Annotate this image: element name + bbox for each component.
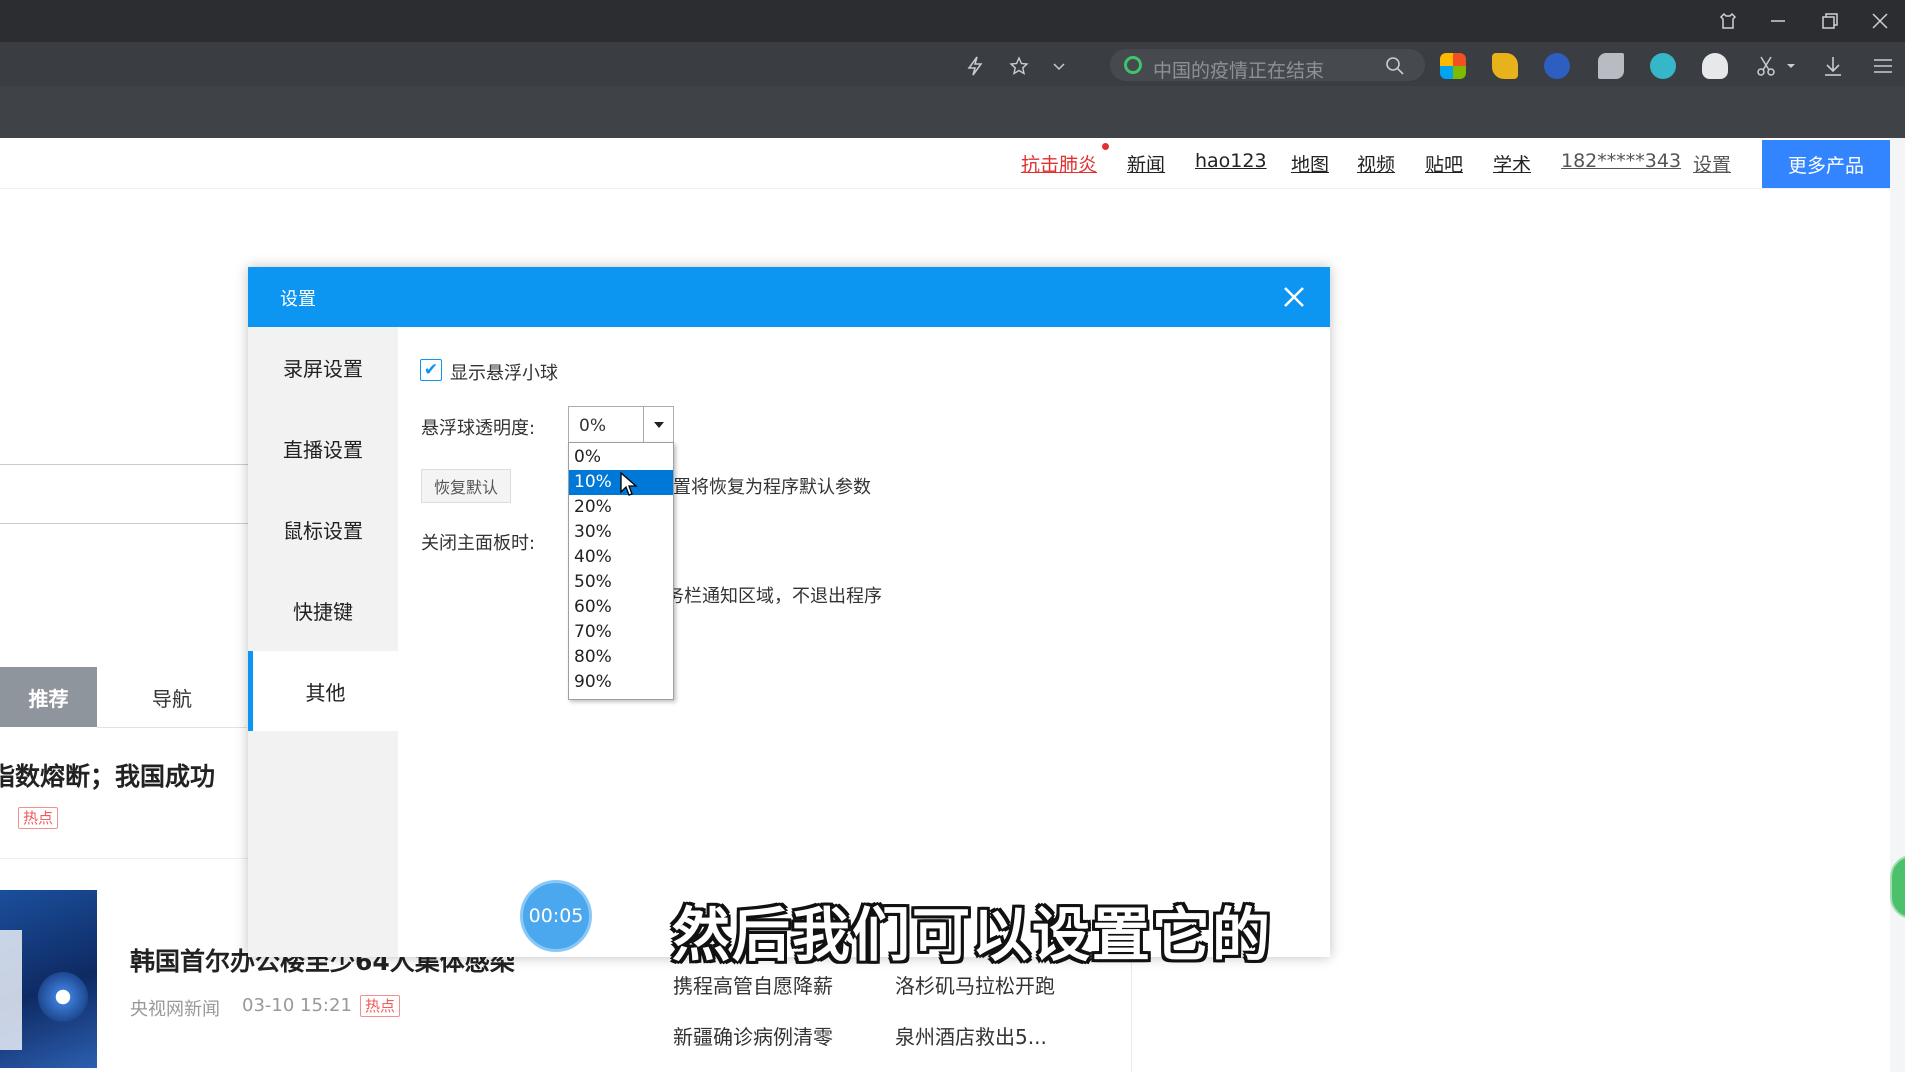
dialog-header	[248, 267, 1330, 327]
opacity-select[interactable]: 0%	[568, 406, 674, 444]
search-input[interactable]: 中国的疫情正在结束	[1153, 56, 1324, 83]
close-panel-hint: 务栏通知区域，不退出程序	[666, 586, 882, 607]
tab-navigation[interactable]: 导航	[97, 667, 247, 728]
extension-card-icon[interactable]	[1598, 53, 1624, 79]
close-icon	[1284, 287, 1304, 307]
column-divider	[1131, 955, 1132, 1072]
close-panel-label: 关闭主面板时:	[421, 533, 536, 554]
star-icon[interactable]	[1004, 52, 1034, 80]
hot-tag: 热点	[18, 807, 59, 829]
cloud-icon[interactable]	[1702, 53, 1728, 79]
extension-fox-icon[interactable]	[1492, 53, 1518, 79]
chevron-down-icon[interactable]	[1044, 52, 1074, 80]
side-link[interactable]: 新疆确诊病例清零	[673, 1021, 833, 1050]
dialog-sidebar: 录屏设置 直播设置 鼠标设置 快捷键 其他	[248, 327, 398, 957]
nav-link-user[interactable]: 182*****343	[1561, 150, 1681, 172]
sidebar-item-other[interactable]: 其他	[248, 651, 398, 731]
sidebar-item-shortcuts[interactable]: 快捷键	[248, 570, 398, 650]
mouse-cursor-icon	[620, 471, 638, 502]
opacity-option[interactable]: 50%	[569, 570, 673, 595]
caret-down-icon[interactable]	[1784, 52, 1798, 80]
side-link[interactable]: 携程高管自愿降薪	[673, 970, 833, 999]
opacity-option[interactable]: 80%	[569, 645, 673, 670]
divider	[0, 523, 248, 524]
sidebar-item-live[interactable]: 直播设置	[248, 408, 398, 488]
show-ball-checkbox[interactable]: ✔	[420, 359, 442, 381]
dialog-title: 设置	[280, 289, 316, 310]
opacity-label: 悬浮球透明度:	[421, 418, 536, 439]
recording-timer[interactable]: 00:05	[520, 880, 592, 952]
menu-icon[interactable]	[1868, 52, 1898, 80]
tab-recommend[interactable]: 推荐	[0, 667, 97, 727]
search-icon[interactable]	[1380, 52, 1410, 80]
opacity-option[interactable]: 70%	[569, 620, 673, 645]
extension-globe-icon[interactable]	[1544, 53, 1570, 79]
extension-compass-icon[interactable]	[1650, 53, 1676, 79]
lightning-icon[interactable]	[960, 52, 990, 80]
sidebar-item-record[interactable]: 录屏设置	[248, 327, 398, 407]
nav-link-tieba[interactable]: 贴吧	[1425, 150, 1463, 177]
scissors-icon[interactable]	[1752, 52, 1782, 80]
divider	[0, 858, 248, 859]
opacity-option[interactable]: 40%	[569, 545, 673, 570]
restore-window-icon[interactable]	[1814, 6, 1846, 36]
opacity-option[interactable]: 0%	[569, 445, 673, 470]
nav-link-hao123[interactable]: hao123	[1195, 150, 1267, 172]
news-time: 03-10 15:21	[242, 995, 352, 1016]
settings-dialog: 设置 录屏设置 直播设置 鼠标设置 快捷键 其他 ✔ 显示悬浮小球 悬浮球透明度…	[248, 267, 1330, 957]
skin-icon[interactable]	[1712, 6, 1744, 36]
side-link[interactable]: 泉州酒店救出5...	[895, 1021, 1047, 1050]
more-products-button[interactable]: 更多产品	[1762, 140, 1890, 188]
opacity-option[interactable]: 60%	[569, 595, 673, 620]
nav-link-settings[interactable]: 设置	[1693, 150, 1731, 177]
nav-link-map[interactable]: 地图	[1291, 150, 1329, 177]
show-ball-label: 显示悬浮小球	[450, 363, 558, 384]
page-scrollbar[interactable]	[1890, 138, 1905, 1072]
sidebar-item-mouse[interactable]: 鼠标设置	[248, 489, 398, 569]
news-thumbnail[interactable]	[0, 890, 97, 1068]
close-window-icon[interactable]	[1864, 6, 1896, 36]
video-subtitle: 然后我们可以设置它的	[672, 901, 1273, 969]
nav-link-academic[interactable]: 学术	[1493, 150, 1531, 177]
browser-tabstrip	[0, 86, 1905, 138]
news-source: 央视网新闻	[130, 999, 220, 1020]
download-icon[interactable]	[1818, 52, 1848, 80]
caret-down-icon[interactable]	[643, 407, 674, 443]
search-engine-icon	[1124, 56, 1142, 74]
hot-tag: 热点	[360, 995, 401, 1017]
restore-hint: 置将恢复为程序默认参数	[673, 477, 871, 498]
divider	[0, 464, 248, 465]
opacity-select-value: 0%	[579, 416, 606, 436]
nav-link-news[interactable]: 新闻	[1127, 150, 1165, 177]
nav-link-video[interactable]: 视频	[1357, 150, 1395, 177]
restore-defaults-button[interactable]: 恢复默认	[421, 469, 511, 503]
headline-partial[interactable]: 指数熔断；我国成功	[0, 757, 215, 793]
apps-icon[interactable]	[1440, 53, 1466, 79]
browser-titlebar	[0, 0, 1905, 42]
minimize-icon[interactable]	[1762, 6, 1794, 36]
notification-dot	[1102, 143, 1109, 150]
opacity-option[interactable]: 30%	[569, 520, 673, 545]
dialog-close-button[interactable]	[1278, 281, 1310, 313]
opacity-option[interactable]: 90%	[569, 670, 673, 695]
side-link[interactable]: 洛杉矶马拉松开跑	[895, 970, 1055, 999]
nav-link-fight-pneumonia[interactable]: 抗击肺炎	[1021, 150, 1097, 177]
